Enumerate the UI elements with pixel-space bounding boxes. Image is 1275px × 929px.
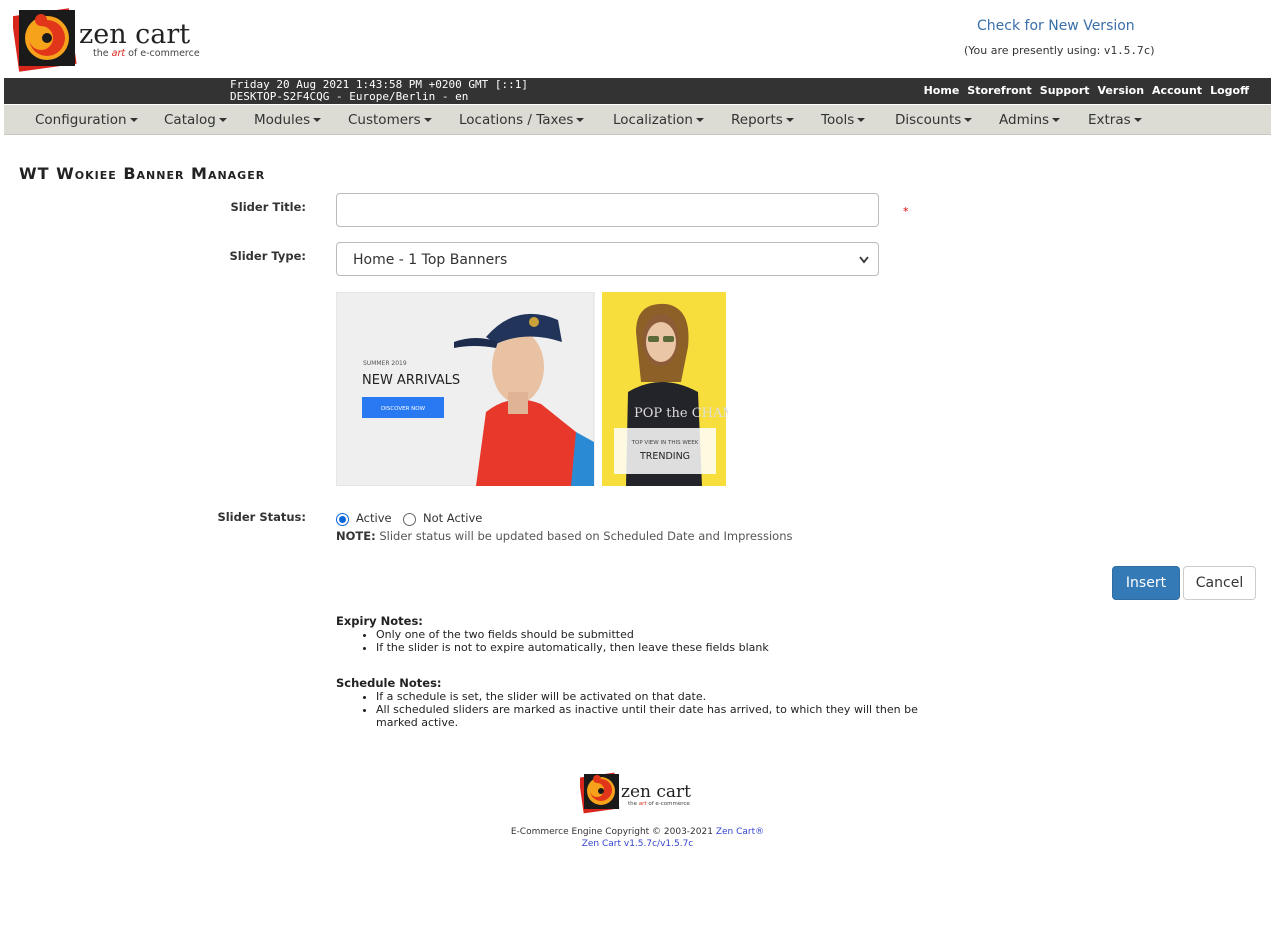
- schedule-notes-heading: Schedule Notes:: [336, 676, 442, 690]
- schedule-notes-list: If a schedule is set, the slider will be…: [336, 690, 926, 729]
- note-label: NOTE:: [336, 529, 376, 543]
- menu-label: Locations / Taxes: [459, 112, 574, 128]
- menu-customers[interactable]: Customers: [348, 112, 432, 128]
- top-link-account[interactable]: Account: [1152, 84, 1202, 97]
- menu-localization[interactable]: Localization: [613, 112, 704, 128]
- menu-label: Reports: [731, 112, 783, 128]
- caret-down-icon: [218, 118, 227, 122]
- slider-type-preview-image: SUMMER 2019 NEW ARRIVALS DISCOVER NOW PO…: [336, 292, 728, 486]
- footer-zen-cart-logo[interactable]: zen cart the art of e-commerce: [580, 771, 698, 815]
- caret-down-icon: [423, 118, 432, 122]
- top-link-home[interactable]: Home: [924, 84, 960, 97]
- menu-label: Catalog: [164, 112, 216, 128]
- banner1-button-text: DISCOVER NOW: [381, 406, 426, 412]
- menu-tools[interactable]: Tools: [821, 112, 866, 128]
- list-item: All scheduled sliders are marked as inac…: [376, 703, 926, 729]
- banner1-small-text: SUMMER 2019: [363, 360, 407, 367]
- top-link-storefront[interactable]: Storefront: [967, 84, 1031, 97]
- menu-label: Localization: [613, 112, 693, 128]
- banner2-title-text: TRENDING: [639, 451, 690, 462]
- top-link-logoff[interactable]: Logoff: [1210, 84, 1249, 97]
- slider-type-value: Home - 1 Top Banners: [353, 252, 508, 268]
- svg-text:zen cart: zen cart: [621, 782, 691, 802]
- caret-down-icon: [1133, 118, 1142, 122]
- menu-label: Customers: [348, 112, 421, 128]
- logo-mark-icon: [580, 772, 620, 814]
- expiry-notes: Expiry Notes: Only one of the two fields…: [336, 614, 926, 655]
- caret-down-icon: [1052, 118, 1061, 122]
- current-version-text: (You are presently using: v1.5.7c): [964, 44, 1155, 57]
- banner-trending: POP the CHAM TOP VIEW IN THIS WEEK TREND…: [602, 292, 728, 486]
- server-info: Friday 20 Aug 2021 1:43:58 PM +0200 GMT …: [230, 79, 528, 103]
- using-prefix: (You are presently using:: [964, 44, 1101, 57]
- expiry-notes-list: Only one of the two fields should be sub…: [336, 628, 926, 654]
- slider-type-label: Slider Type:: [229, 249, 306, 263]
- caret-down-icon: [964, 118, 973, 122]
- using-version: v1.5.7c: [1103, 44, 1151, 57]
- cancel-button[interactable]: Cancel: [1183, 566, 1256, 600]
- status-active-radio[interactable]: [336, 513, 349, 526]
- admin-top-bar: Friday 20 Aug 2021 1:43:58 PM +0200 GMT …: [4, 78, 1271, 104]
- using-suffix: ): [1150, 44, 1155, 57]
- caret-down-icon: [857, 118, 866, 122]
- menu-label: Extras: [1088, 112, 1131, 128]
- footer-version-link[interactable]: Zen Cart v1.5.7c/v1.5.7c: [0, 839, 1275, 849]
- slider-type-select[interactable]: Home - 1 Top Banners: [336, 242, 879, 276]
- menu-locations-taxes[interactable]: Locations / Taxes: [459, 112, 585, 128]
- note-text: Slider status will be updated based on S…: [379, 529, 793, 543]
- list-item: Only one of the two fields should be sub…: [376, 628, 926, 641]
- caret-down-icon: [785, 118, 794, 122]
- banner-new-arrivals: SUMMER 2019 NEW ARRIVALS DISCOVER NOW: [336, 292, 595, 486]
- top-links: Home Storefront Support Version Account …: [924, 84, 1249, 97]
- banner2-shirt-text: POP the CHAM: [634, 406, 728, 421]
- caret-down-icon: [129, 118, 138, 122]
- admin-menu-bar: Configuration Catalog Modules Customers …: [4, 105, 1271, 135]
- required-mark: *: [903, 205, 909, 218]
- menu-reports[interactable]: Reports: [731, 112, 794, 128]
- expiry-notes-heading: Expiry Notes:: [336, 614, 423, 628]
- footer-copyright: E-Commerce Engine Copyright © 2003-2021 …: [0, 827, 1275, 837]
- menu-extras[interactable]: Extras: [1088, 112, 1142, 128]
- caret-down-icon: [313, 118, 322, 122]
- menu-discounts[interactable]: Discounts: [895, 112, 973, 128]
- page-title: WT Wokiee Banner Manager: [19, 164, 266, 183]
- menu-label: Discounts: [895, 112, 962, 128]
- top-link-support[interactable]: Support: [1040, 84, 1090, 97]
- zen-cart-logo[interactable]: zen cart the art of e-commerce: [13, 6, 203, 74]
- menu-label: Modules: [254, 112, 311, 128]
- list-item: If a schedule is set, the slider will be…: [376, 690, 926, 703]
- check-new-version-link[interactable]: Check for New Version: [977, 18, 1135, 34]
- top-link-version[interactable]: Version: [1098, 84, 1145, 97]
- slider-status-label: Slider Status:: [217, 510, 306, 524]
- menu-label: Configuration: [35, 112, 127, 128]
- zen-cart-link[interactable]: Zen Cart®: [716, 827, 764, 837]
- slider-title-label: Slider Title:: [230, 200, 307, 214]
- menu-configuration[interactable]: Configuration: [35, 112, 138, 128]
- svg-text:the art of e-commerce: the art of e-commerce: [628, 801, 690, 807]
- menu-catalog[interactable]: Catalog: [164, 112, 227, 128]
- menu-admins[interactable]: Admins: [999, 112, 1061, 128]
- caret-down-icon: [576, 118, 585, 122]
- status-not-active-label[interactable]: Not Active: [423, 511, 482, 525]
- schedule-notes: Schedule Notes: If a schedule is set, th…: [336, 676, 926, 730]
- chevron-down-icon: [858, 243, 870, 290]
- server-host: DESKTOP-S2F4CQG - Europe/Berlin - en: [230, 90, 469, 103]
- menu-label: Tools: [821, 112, 855, 128]
- menu-label: Admins: [999, 112, 1050, 128]
- status-note: NOTE: Slider status will be updated base…: [336, 529, 792, 543]
- logo-mark-icon: [13, 8, 77, 72]
- svg-text:the art of e-commerce: the art of e-commerce: [93, 48, 200, 59]
- menu-modules[interactable]: Modules: [254, 112, 322, 128]
- list-item: If the slider is not to expire automatic…: [376, 641, 926, 654]
- svg-text:zen cart: zen cart: [79, 19, 190, 50]
- insert-button[interactable]: Insert: [1112, 566, 1180, 600]
- copyright-text: E-Commerce Engine Copyright © 2003-2021: [510, 827, 713, 837]
- slider-title-input[interactable]: [336, 193, 879, 227]
- banner1-title-text: NEW ARRIVALS: [362, 373, 460, 388]
- status-not-active-radio[interactable]: [403, 513, 416, 526]
- banner2-small-text: TOP VIEW IN THIS WEEK: [631, 440, 699, 446]
- status-active-label[interactable]: Active: [356, 511, 392, 525]
- caret-down-icon: [695, 118, 704, 122]
